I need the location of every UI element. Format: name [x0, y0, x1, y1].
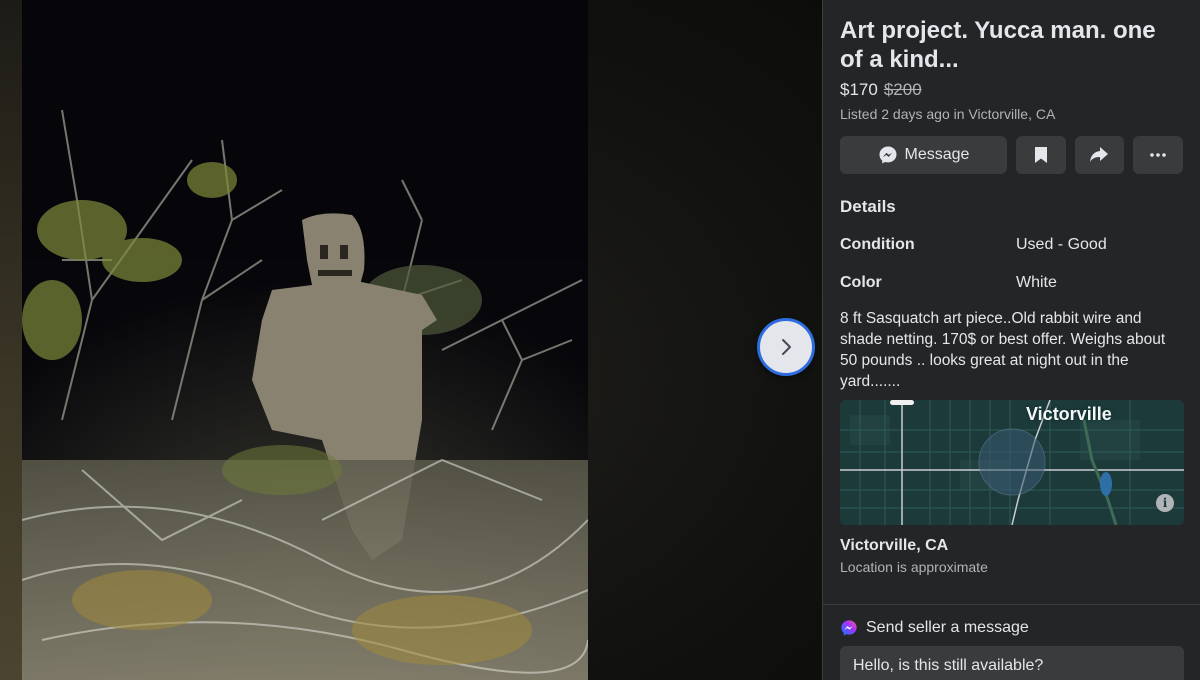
previous-image-blur: [0, 0, 22, 680]
details-heading: Details: [840, 197, 896, 216]
messenger-icon: [841, 620, 857, 636]
detail-key: Condition: [840, 236, 915, 253]
message-button[interactable]: Message: [840, 136, 1007, 174]
image-viewer: [0, 0, 822, 680]
message-button-label: Message: [904, 146, 970, 163]
message-input[interactable]: [840, 646, 1184, 680]
share-button[interactable]: [1074, 136, 1125, 174]
listing-title: Art project. Yucca man. one of a kind...: [840, 17, 1156, 73]
more-icon: [1150, 153, 1166, 157]
listing-description: 8 ft Sasquatch art piece..Old rabbit wir…: [840, 310, 1166, 390]
send-message-label: Send seller a message: [866, 619, 1029, 636]
more-options-button[interactable]: [1133, 136, 1183, 174]
location-name: Victorville, CA: [840, 537, 949, 554]
original-price: $200: [883, 80, 922, 99]
section-divider: [823, 604, 1200, 605]
detail-value: White: [1016, 274, 1057, 291]
detail-row-condition: Condition Used - Good: [840, 233, 1183, 256]
messenger-icon: [879, 146, 896, 164]
chevron-right-icon: [782, 339, 791, 355]
location-note: Location is approximate: [840, 559, 988, 575]
photo-illustration: [22, 0, 588, 680]
next-image-button[interactable]: [757, 318, 815, 376]
map-illustration: [840, 400, 1184, 525]
send-message-header: Send seller a message: [840, 619, 1029, 637]
action-bar: Message: [840, 136, 1183, 174]
map-info-icon[interactable]: i: [1156, 494, 1174, 512]
detail-value: Used - Good: [1016, 236, 1107, 253]
location-map[interactable]: Victorville i: [840, 400, 1184, 525]
listing-panel: Art project. Yucca man. one of a kind...…: [822, 0, 1200, 680]
listing-photo: [22, 0, 588, 680]
detail-row-color: Color White: [840, 271, 1183, 294]
save-button[interactable]: [1015, 136, 1066, 174]
current-price: $170: [840, 80, 878, 99]
price-row: $170 $200: [840, 79, 1183, 101]
bookmark-icon: [1034, 147, 1047, 163]
detail-key: Color: [840, 274, 882, 291]
share-icon: [1090, 147, 1109, 162]
listed-info: Listed 2 days ago in Victorville, CA: [840, 106, 1056, 122]
map-city-label: Victorville: [1026, 404, 1112, 424]
